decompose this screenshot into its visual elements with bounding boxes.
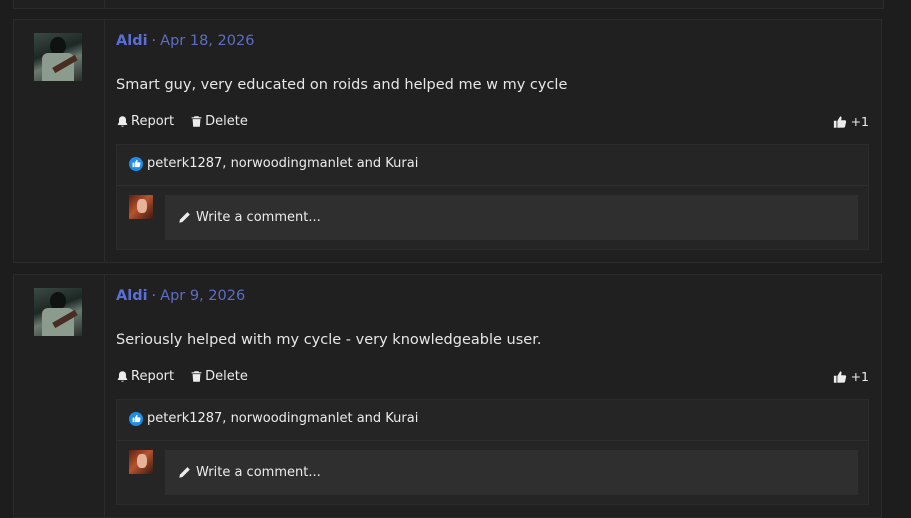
divider bbox=[117, 185, 868, 186]
comment-input[interactable]: Write a comment... bbox=[165, 195, 858, 240]
meta-separator: · bbox=[151, 288, 157, 304]
post-user-column bbox=[14, 275, 105, 517]
comment-placeholder: Write a comment... bbox=[196, 465, 321, 480]
delete-button[interactable]: Delete bbox=[190, 114, 248, 129]
meta-separator: · bbox=[151, 33, 157, 49]
delete-button[interactable]: Delete bbox=[190, 369, 248, 384]
profile-post: Aldi · Apr 9, 2026 Seriously helped with m… bbox=[13, 274, 882, 518]
thumbs-up-icon bbox=[833, 370, 846, 383]
post-message: Smart guy, very educated on roids and he… bbox=[116, 77, 568, 93]
delete-label: Delete bbox=[205, 114, 248, 129]
reaction-count: +1 bbox=[850, 369, 869, 384]
like-reaction-icon bbox=[129, 411, 143, 426]
reactions-summary[interactable]: peterk1287, norwoodingmanlet and Kurai bbox=[129, 156, 418, 171]
post-date-link[interactable]: Apr 18, 2026 bbox=[160, 33, 254, 49]
profile-post: Aldi · Apr 18, 2026 Smart guy, very educat… bbox=[13, 19, 882, 263]
reactions-comments-box: peterk1287, norwoodingmanlet and Kurai W… bbox=[116, 399, 869, 505]
reaction-count: +1 bbox=[850, 114, 869, 129]
author-link[interactable]: Aldi bbox=[116, 33, 148, 49]
report-label: Report bbox=[131, 114, 175, 129]
like-button[interactable]: +1 bbox=[833, 369, 869, 384]
previous-post-tail bbox=[13, 0, 884, 9]
like-button[interactable]: +1 bbox=[833, 114, 869, 129]
post-main: Aldi · Apr 18, 2026 Smart guy, very educat… bbox=[116, 20, 869, 262]
bell-icon bbox=[117, 371, 128, 382]
report-label: Report bbox=[131, 369, 175, 384]
comment-input[interactable]: Write a comment... bbox=[165, 450, 858, 495]
current-user-avatar[interactable] bbox=[129, 195, 153, 219]
post-actions: Report Delete bbox=[116, 114, 248, 129]
post-main: Aldi · Apr 9, 2026 Seriously helped with m… bbox=[116, 275, 869, 517]
bell-icon bbox=[117, 116, 128, 127]
post-actions: Report Delete bbox=[116, 369, 248, 384]
reacted-users[interactable]: peterk1287, norwoodingmanlet and Kurai bbox=[147, 156, 418, 171]
report-button[interactable]: Report bbox=[116, 114, 174, 129]
post-user-column bbox=[14, 20, 105, 262]
divider bbox=[117, 440, 868, 441]
comment-placeholder: Write a comment... bbox=[196, 210, 321, 225]
author-avatar[interactable] bbox=[34, 33, 82, 81]
author-link[interactable]: Aldi bbox=[116, 288, 148, 304]
post-meta: Aldi · Apr 9, 2026 bbox=[116, 288, 245, 304]
author-avatar[interactable] bbox=[34, 288, 82, 336]
reacted-users[interactable]: peterk1287, norwoodingmanlet and Kurai bbox=[147, 411, 418, 426]
post-meta: Aldi · Apr 18, 2026 bbox=[116, 33, 254, 49]
report-button[interactable]: Report bbox=[116, 369, 174, 384]
delete-label: Delete bbox=[205, 369, 248, 384]
trash-icon bbox=[191, 116, 202, 127]
post-message: Seriously helped with my cycle - very kn… bbox=[116, 332, 542, 348]
thumbs-up-icon bbox=[833, 115, 846, 128]
pencil-icon bbox=[179, 212, 190, 223]
post-date-link[interactable]: Apr 9, 2026 bbox=[160, 288, 245, 304]
reactions-summary[interactable]: peterk1287, norwoodingmanlet and Kurai bbox=[129, 411, 418, 426]
like-reaction-icon bbox=[129, 156, 143, 171]
trash-icon bbox=[191, 371, 202, 382]
pencil-icon bbox=[179, 467, 190, 478]
reactions-comments-box: peterk1287, norwoodingmanlet and Kurai W… bbox=[116, 144, 869, 250]
current-user-avatar[interactable] bbox=[129, 450, 153, 474]
